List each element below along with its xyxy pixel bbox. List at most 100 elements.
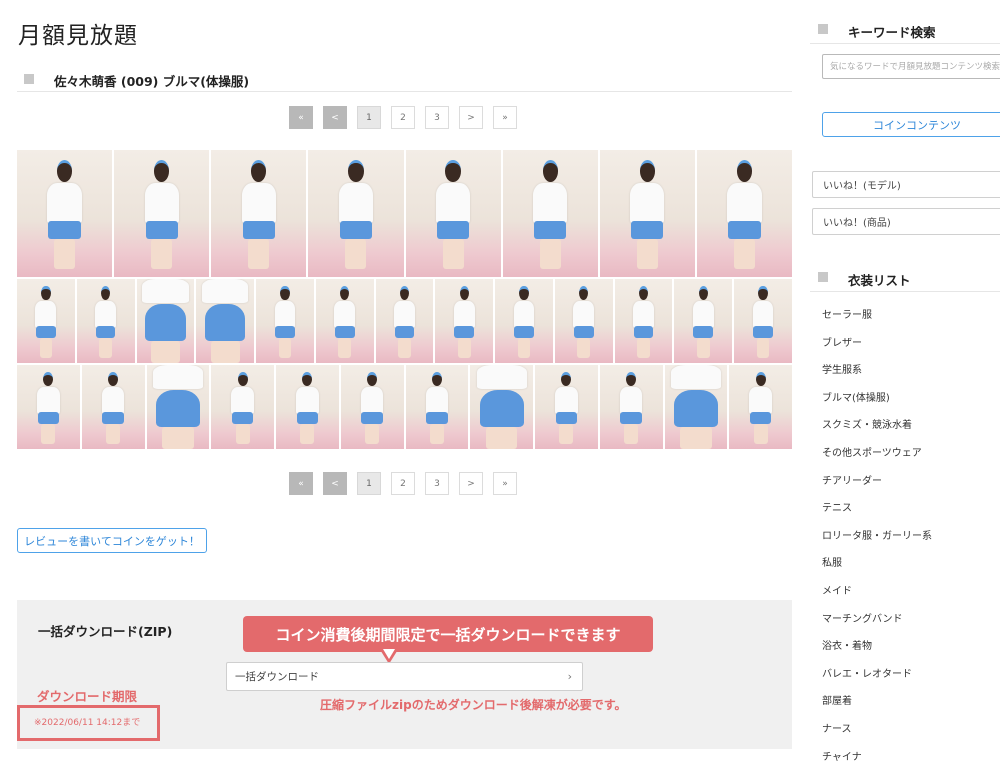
photo-thumbnail[interactable]	[535, 365, 598, 449]
photo-thumbnail[interactable]	[664, 365, 728, 449]
bulk-download-select[interactable]: 一括ダウンロード ›	[226, 662, 583, 691]
costume-list-item[interactable]: ナース	[822, 716, 932, 744]
photo-figure-part	[636, 238, 658, 270]
photo-figure-part	[559, 423, 574, 444]
costume-list-item[interactable]: チアリーダー	[822, 468, 932, 496]
costume-list-item[interactable]: スクミズ・競泳水着	[822, 412, 932, 440]
photo-thumbnail[interactable]	[495, 279, 553, 363]
photo-figure-part	[340, 285, 350, 300]
photo-figure-part	[95, 300, 117, 328]
costume-list-item[interactable]: マーチングバンド	[822, 606, 932, 634]
photo-figure-part	[696, 337, 710, 358]
photo-figure-part	[555, 386, 578, 414]
costume-list-item[interactable]: ブレザー	[822, 330, 932, 358]
pager-page-3[interactable]: 3	[425, 472, 449, 495]
photo-figure-part	[753, 326, 773, 338]
costume-list-item[interactable]: 学生服系	[822, 357, 932, 385]
photo-thumbnail[interactable]	[17, 279, 75, 363]
costume-list-item[interactable]: 浴衣・着物	[822, 633, 932, 661]
photo-thumbnail[interactable]	[375, 279, 434, 363]
pager-page-2[interactable]: 2	[391, 106, 415, 129]
photo-figure-part	[680, 427, 712, 449]
coin-content-button[interactable]: コインコンテンツ	[822, 112, 1000, 137]
photo-figure-part	[360, 386, 384, 414]
costume-list-item[interactable]: その他スポーツウェア	[822, 440, 932, 468]
photo-figure-part	[630, 183, 665, 224]
photo-figure-part	[573, 326, 594, 338]
photo-row	[17, 279, 792, 363]
photo-figure-part	[348, 160, 364, 182]
photo-figure-part	[334, 300, 356, 328]
photo-figure-part	[445, 160, 461, 182]
photo-thumbnail[interactable]	[554, 279, 613, 363]
likes-product-select[interactable]: いいね！(商品)	[812, 208, 1000, 235]
photo-thumbnail[interactable]	[211, 365, 274, 449]
costume-list-item[interactable]: ロリータ服・ガーリー系	[822, 523, 932, 551]
costume-list-header: 衣装リスト	[810, 264, 1000, 292]
review-button[interactable]: レビューを書いてコインをゲット！	[17, 528, 207, 553]
costume-list-item[interactable]: 私服	[822, 550, 932, 578]
photo-thumbnail[interactable]	[81, 365, 145, 449]
pager-next[interactable]: >	[459, 472, 483, 495]
photo-thumbnail[interactable]	[256, 279, 314, 363]
photo-figure-part	[95, 326, 116, 338]
likes-model-select[interactable]: いいね！(モデル)	[812, 171, 1000, 198]
photo-thumbnail[interactable]	[599, 365, 663, 449]
photo-thumbnail[interactable]	[315, 279, 374, 363]
photo-thumbnail[interactable]	[502, 150, 598, 277]
photo-figure-part	[539, 238, 561, 270]
pager-last[interactable]: »	[493, 472, 517, 495]
costume-list-item[interactable]: チャイナ	[822, 744, 932, 768]
costume-list-item[interactable]: 部屋着	[822, 688, 932, 716]
costume-list-item[interactable]: メイド	[822, 578, 932, 606]
costume-list-item[interactable]: バレエ・レオタード	[822, 661, 932, 689]
costume-list-item[interactable]: セーラー服	[822, 302, 932, 330]
photo-figure-part	[435, 183, 471, 224]
pager-page-1[interactable]: 1	[357, 106, 381, 129]
pager-page-2[interactable]: 2	[391, 472, 415, 495]
photo-figure-part	[101, 285, 111, 300]
page-title: 月額見放題	[18, 23, 138, 49]
pager-next[interactable]: >	[459, 106, 483, 129]
photo-thumbnail[interactable]	[405, 365, 469, 449]
photo-thumbnail[interactable]	[17, 150, 113, 277]
photo-figure-part	[280, 285, 290, 300]
photo-thumbnail[interactable]	[114, 150, 210, 277]
unzip-note: 圧縮ファイルzipのためダウンロード後解凍が必要です。	[320, 698, 627, 712]
square-bullet-icon	[818, 24, 828, 34]
photo-thumbnail[interactable]	[435, 279, 494, 363]
photo-thumbnail[interactable]	[405, 150, 501, 277]
pager-page-1[interactable]: 1	[357, 472, 381, 495]
photo-thumbnail[interactable]	[340, 365, 404, 449]
photo-thumbnail[interactable]	[146, 365, 210, 449]
photo-figure-part	[37, 412, 60, 424]
photo-thumbnail[interactable]	[308, 150, 404, 277]
photo-figure-part	[555, 412, 578, 424]
photo-thumbnail[interactable]	[734, 279, 792, 363]
costume-list-item[interactable]: テニス	[822, 495, 932, 523]
photo-thumbnail[interactable]	[76, 279, 135, 363]
photo-thumbnail[interactable]	[470, 365, 533, 449]
pager-prev: <	[323, 106, 347, 129]
photo-thumbnail[interactable]	[17, 365, 80, 449]
costume-list-item[interactable]: ブルマ(体操服)	[822, 385, 932, 413]
photo-thumbnail[interactable]	[136, 279, 195, 363]
photo-thumbnail[interactable]	[196, 279, 255, 363]
photo-thumbnail[interactable]	[276, 365, 339, 449]
photo-thumbnail[interactable]	[674, 279, 733, 363]
photo-figure-part	[442, 238, 464, 270]
pager-page-3[interactable]: 3	[425, 106, 449, 129]
photo-thumbnail[interactable]	[729, 365, 792, 449]
photo-thumbnail[interactable]	[614, 279, 673, 363]
keyword-search-input[interactable]	[822, 54, 1000, 79]
photo-figure-part	[692, 300, 714, 328]
pager-last[interactable]: »	[493, 106, 517, 129]
photo-thumbnail[interactable]	[211, 150, 307, 277]
photo-figure-part	[231, 386, 254, 414]
keyword-search-title: キーワード検索	[848, 25, 936, 40]
photo-figure-part	[638, 285, 649, 300]
photo-thumbnail[interactable]	[696, 150, 792, 277]
photo-figure-part	[533, 183, 568, 224]
photo-thumbnail[interactable]	[599, 150, 695, 277]
photo-figure-part	[235, 423, 250, 444]
